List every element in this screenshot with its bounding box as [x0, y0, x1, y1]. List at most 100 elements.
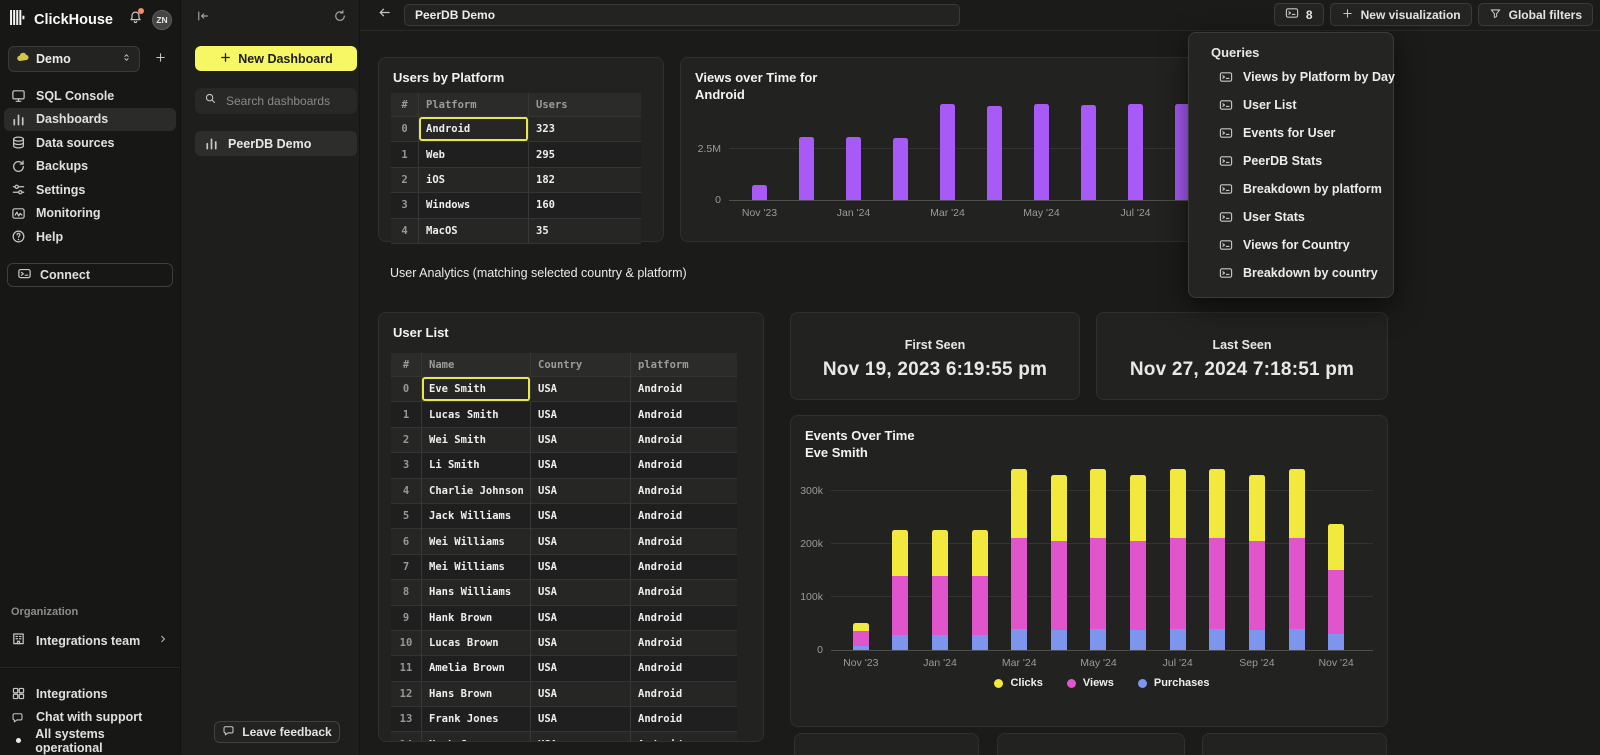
leave-feedback-button[interactable]: Leave feedback [214, 721, 340, 743]
dashboard-item-peerdb-demo[interactable]: PeerDB Demo [195, 131, 357, 156]
table-cell[interactable]: Android [631, 479, 737, 503]
sidebar-item-chat-with-support[interactable]: Chat with support [4, 706, 176, 730]
table-cell[interactable]: Android [419, 117, 529, 141]
table-cell[interactable]: USA [531, 428, 631, 452]
table-cell[interactable]: USA [531, 529, 631, 553]
monitoring-icon [11, 206, 27, 221]
table-cell[interactable]: USA [531, 402, 631, 426]
table-cell[interactable]: Noah Jones [422, 732, 531, 742]
table-cell[interactable]: Android [631, 707, 737, 731]
table-cell[interactable]: Hank Brown [422, 606, 531, 630]
table-cell[interactable]: 323 [529, 117, 641, 141]
sidebar-item-backups[interactable]: Backups [4, 155, 176, 179]
table-cell[interactable]: USA [531, 504, 631, 528]
queries-count-button[interactable]: 8 [1274, 3, 1324, 26]
chart-legend: Clicks Views Purchases [831, 677, 1373, 689]
new-visualization-button[interactable]: New visualization [1330, 3, 1472, 26]
table-cell[interactable]: Android [631, 580, 737, 604]
legend-item-views[interactable]: Views [1067, 677, 1114, 689]
terminal-icon [1219, 182, 1233, 196]
query-item-views-for-country[interactable]: Views for Country [1189, 231, 1393, 259]
table-cell[interactable]: Lucas Smith [422, 402, 531, 426]
table-cell[interactable]: USA [531, 707, 631, 731]
table-cell[interactable]: 35 [529, 219, 641, 243]
table-cell[interactable]: USA [531, 377, 631, 401]
legend-item-clicks[interactable]: Clicks [994, 677, 1042, 689]
table-cell[interactable]: Android [631, 555, 737, 579]
sidebar-item-integrations[interactable]: Integrations [4, 682, 176, 706]
table-cell[interactable]: MacOS [419, 219, 529, 243]
legend-item-purchases[interactable]: Purchases [1138, 677, 1210, 689]
new-dashboard-button[interactable]: New Dashboard [195, 46, 357, 71]
last-seen-panel: Last Seen Nov 27, 2024 7:18:51 pm [1096, 312, 1388, 400]
add-service-button[interactable] [148, 46, 172, 72]
y-tick-label: 100k [779, 591, 823, 603]
table-cell[interactable]: Android [631, 682, 737, 706]
table-cell[interactable]: 182 [529, 168, 641, 192]
table-cell[interactable]: Li Smith [422, 453, 531, 477]
table-cell[interactable]: USA [531, 682, 631, 706]
connect-button[interactable]: Connect [7, 263, 173, 287]
table-cell[interactable]: Hans Williams [422, 580, 531, 604]
query-item-breakdown-by-country[interactable]: Breakdown by country [1189, 259, 1393, 287]
refresh-icon[interactable] [333, 9, 347, 28]
global-filters-button[interactable]: Global filters [1478, 3, 1593, 26]
table-cell[interactable]: Android [631, 504, 737, 528]
sidebar-item-monitoring[interactable]: Monitoring [4, 202, 176, 226]
table-cell[interactable]: Android [631, 656, 737, 680]
query-item-user-list[interactable]: User List [1189, 91, 1393, 119]
table-cell[interactable]: USA [531, 606, 631, 630]
table-cell[interactable]: Lucas Brown [422, 631, 531, 655]
table-cell[interactable]: Wei Williams [422, 529, 531, 553]
query-item-events-for-user[interactable]: Events for User [1189, 119, 1393, 147]
table-cell[interactable]: iOS [419, 168, 529, 192]
back-arrow-icon[interactable] [377, 5, 392, 25]
sidebar-item-all-systems-operational[interactable]: All systems operational [4, 729, 176, 753]
table-cell[interactable]: Eve Smith [422, 377, 531, 401]
sidebar-item-integrations-team[interactable]: Integrations team [4, 629, 176, 652]
table-cell[interactable]: 160 [529, 193, 641, 217]
table-cell[interactable]: Android [631, 402, 737, 426]
sidebar-item-dashboards[interactable]: Dashboards [4, 108, 176, 132]
table-cell[interactable]: USA [531, 631, 631, 655]
notifications-bell-icon[interactable] [128, 10, 143, 30]
table-cell[interactable]: Wei Smith [422, 428, 531, 452]
table-cell[interactable]: USA [531, 656, 631, 680]
table-cell[interactable]: USA [531, 580, 631, 604]
table-cell[interactable]: Android [631, 377, 737, 401]
table-cell[interactable]: USA [531, 732, 631, 742]
dashboard-title-input[interactable] [404, 4, 960, 26]
table-cell[interactable]: Frank Jones [422, 707, 531, 731]
table-cell[interactable]: Android [631, 428, 737, 452]
bar-segment-clicks [892, 530, 908, 575]
query-item-breakdown-by-platform[interactable]: Breakdown by platform [1189, 175, 1393, 203]
table-cell[interactable]: Jack Williams [422, 504, 531, 528]
search-input[interactable] [224, 93, 348, 109]
table-cell[interactable]: Web [419, 142, 529, 166]
table-cell[interactable]: USA [531, 453, 631, 477]
table-cell[interactable]: Android [631, 453, 737, 477]
collapse-sidebar-icon[interactable] [196, 9, 210, 28]
table-cell[interactable]: Mei Williams [422, 555, 531, 579]
workspace-selector[interactable]: Demo [8, 46, 140, 72]
sidebar-item-data-sources[interactable]: Data sources [4, 131, 176, 155]
table-cell[interactable]: Android [631, 606, 737, 630]
sidebar-item-help[interactable]: Help [4, 225, 176, 249]
query-item-peerdb-stats[interactable]: PeerDB Stats [1189, 147, 1393, 175]
sidebar-item-sql-console[interactable]: SQL Console [4, 84, 176, 108]
table-cell[interactable]: Charlie Johnson [422, 479, 531, 503]
table-cell[interactable]: Amelia Brown [422, 656, 531, 680]
table-cell[interactable]: Windows [419, 193, 529, 217]
sidebar-item-settings[interactable]: Settings [4, 178, 176, 202]
terminal-icon [1219, 98, 1233, 112]
table-cell[interactable]: Hans Brown [422, 682, 531, 706]
table-cell[interactable]: Android [631, 529, 737, 553]
avatar[interactable]: ZN [152, 10, 172, 30]
table-cell[interactable]: Android [631, 631, 737, 655]
table-cell[interactable]: USA [531, 555, 631, 579]
query-item-user-stats[interactable]: User Stats [1189, 203, 1393, 231]
table-cell[interactable]: USA [531, 479, 631, 503]
table-cell[interactable]: Android [631, 732, 737, 742]
table-cell[interactable]: 295 [529, 142, 641, 166]
query-item-views-by-platform-by-day[interactable]: Views by Platform by Day [1189, 63, 1393, 91]
